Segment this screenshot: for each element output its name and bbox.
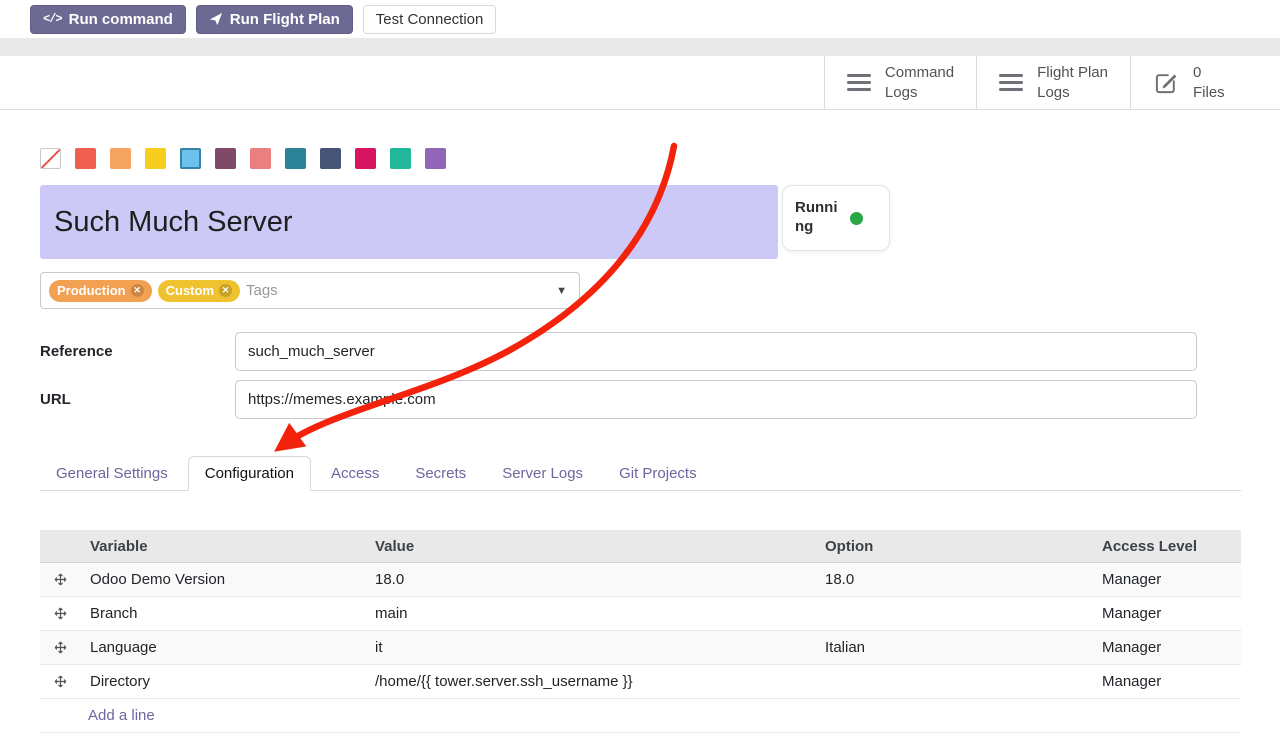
remove-tag-icon[interactable]: ✕ [131, 284, 144, 297]
add-a-line-link[interactable]: Add a line [80, 707, 1241, 724]
tab-secrets[interactable]: Secrets [399, 457, 482, 490]
menu-icon [847, 74, 871, 91]
remove-tag-icon[interactable]: ✕ [219, 284, 232, 297]
run-flight-plan-button[interactable]: Run Flight Plan [196, 5, 353, 34]
column-header-variable: Variable [80, 538, 365, 555]
table-row: Language it Italian Manager [40, 631, 1241, 665]
cell-variable[interactable]: Language [80, 639, 365, 656]
run-command-label: Run command [69, 11, 173, 28]
color-swatch-0[interactable] [40, 148, 61, 169]
table-header: Variable Value Option Access Level [40, 530, 1241, 563]
url-input[interactable] [235, 380, 1197, 419]
drag-handle-icon[interactable] [40, 641, 80, 654]
flight-plan-logs-button[interactable]: Flight PlanLogs [976, 56, 1130, 109]
cell-option[interactable]: 18.0 [815, 571, 1092, 588]
color-swatch-9[interactable] [355, 148, 376, 169]
status-dot [850, 212, 863, 225]
color-swatch-11[interactable] [425, 148, 446, 169]
reference-input[interactable] [235, 332, 1197, 371]
cell-variable[interactable]: Odoo Demo Version [80, 571, 365, 588]
flight-plan-logs-label: Flight PlanLogs [1037, 63, 1108, 102]
server-name-text: Such Much Server [54, 206, 293, 239]
drag-handle-icon[interactable] [40, 675, 80, 688]
cell-value[interactable]: main [365, 605, 815, 622]
tags-field[interactable]: Production ✕ Custom ✕ Tags ▼ [40, 272, 580, 309]
status-card: Running [782, 185, 890, 251]
color-swatch-8[interactable] [320, 148, 341, 169]
tag-custom[interactable]: Custom ✕ [158, 280, 240, 302]
test-connection-button[interactable]: Test Connection [363, 5, 497, 34]
menu-icon [999, 74, 1023, 91]
plane-icon [209, 12, 223, 26]
tab-access[interactable]: Access [315, 457, 395, 490]
column-header-option: Option [815, 538, 1092, 555]
run-command-button[interactable]: </> Run command [30, 5, 186, 34]
tag-custom-label: Custom [166, 283, 214, 298]
command-logs-button[interactable]: CommandLogs [824, 56, 976, 109]
column-header-access-level: Access Level [1092, 538, 1241, 555]
color-swatch-2[interactable] [110, 148, 131, 169]
tags-placeholder: Tags [246, 282, 278, 299]
add-line-row: Add a line [40, 699, 1241, 733]
command-logs-label: CommandLogs [885, 63, 954, 102]
drag-handle-icon[interactable] [40, 573, 80, 586]
page: </> Run command Run Flight Plan Test Con… [0, 0, 1280, 742]
reference-label: Reference [40, 332, 113, 371]
column-header-value: Value [365, 538, 815, 555]
header-band: CommandLogs Flight PlanLogs 0Files [0, 56, 1280, 110]
status-label: Running [795, 199, 841, 237]
code-icon: </> [43, 12, 62, 26]
top-toolbar: </> Run command Run Flight Plan Test Con… [0, 0, 1280, 38]
test-connection-label: Test Connection [376, 11, 484, 28]
drag-handle-icon[interactable] [40, 607, 80, 620]
edit-icon [1153, 70, 1179, 96]
url-label: URL [40, 380, 71, 419]
cell-variable[interactable]: Branch [80, 605, 365, 622]
separator-strip [0, 38, 1280, 56]
cell-value[interactable]: 18.0 [365, 571, 815, 588]
color-swatch-4[interactable] [180, 148, 201, 169]
variables-table: Variable Value Option Access Level Odoo … [40, 530, 1241, 733]
color-swatch-5[interactable] [215, 148, 236, 169]
stat-buttons: CommandLogs Flight PlanLogs 0Files [824, 56, 1280, 109]
table-body: Odoo Demo Version 18.0 18.0 Manager Bran… [40, 563, 1241, 699]
color-palette [40, 148, 446, 169]
chevron-down-icon[interactable]: ▼ [556, 285, 567, 297]
cell-variable[interactable]: Directory [80, 673, 365, 690]
notebook-tabs: General Settings Configuration Access Se… [40, 454, 1241, 491]
color-swatch-10[interactable] [390, 148, 411, 169]
table-row: Branch main Manager [40, 597, 1241, 631]
cell-access-level[interactable]: Manager [1092, 571, 1241, 588]
cell-value[interactable]: it [365, 639, 815, 656]
cell-access-level[interactable]: Manager [1092, 605, 1241, 622]
run-flight-plan-label: Run Flight Plan [230, 11, 340, 28]
tab-general-settings[interactable]: General Settings [40, 457, 184, 490]
cell-value[interactable]: /home/{{ tower.server.ssh_username }} [365, 673, 815, 690]
color-swatch-7[interactable] [285, 148, 306, 169]
tab-git-projects[interactable]: Git Projects [603, 457, 713, 490]
color-swatch-6[interactable] [250, 148, 271, 169]
cell-access-level[interactable]: Manager [1092, 639, 1241, 656]
cell-access-level[interactable]: Manager [1092, 673, 1241, 690]
tab-configuration[interactable]: Configuration [188, 456, 311, 491]
cell-option[interactable]: Italian [815, 639, 1092, 656]
color-swatch-3[interactable] [145, 148, 166, 169]
server-name-field[interactable]: Such Much Server [40, 185, 778, 259]
tag-production-label: Production [57, 283, 126, 298]
files-label: 0Files [1193, 63, 1225, 102]
color-swatch-1[interactable] [75, 148, 96, 169]
table-row: Odoo Demo Version 18.0 18.0 Manager [40, 563, 1241, 597]
tag-production[interactable]: Production ✕ [49, 280, 152, 302]
files-button[interactable]: 0Files [1130, 56, 1280, 109]
table-row: Directory /home/{{ tower.server.ssh_user… [40, 665, 1241, 699]
tab-server-logs[interactable]: Server Logs [486, 457, 599, 490]
